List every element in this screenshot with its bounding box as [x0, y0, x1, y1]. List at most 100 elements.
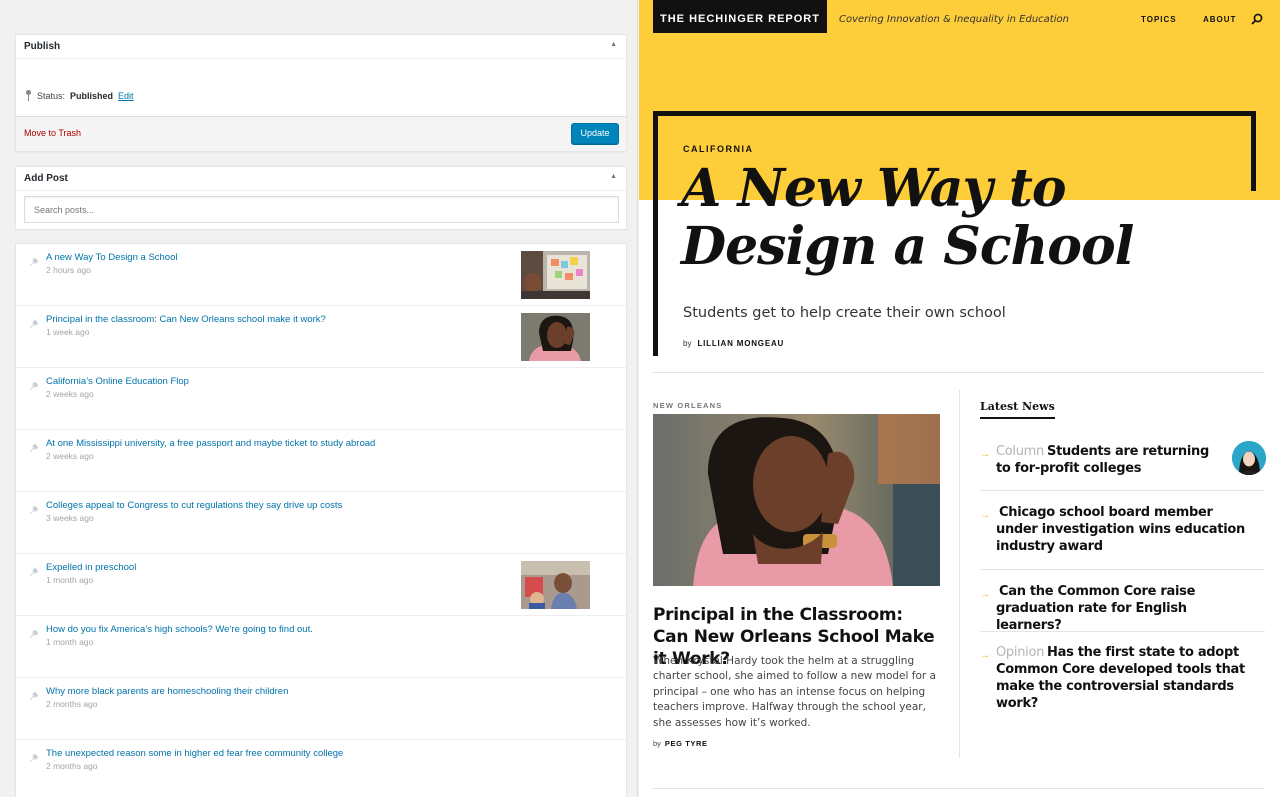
pin-icon[interactable]	[27, 690, 40, 703]
post-title-link[interactable]: Why more black parents are homeschooling…	[46, 686, 288, 697]
pin-icon	[25, 90, 32, 101]
post-title-link[interactable]: The unexpected reason some in higher ed …	[46, 748, 343, 759]
arrow-right-icon: →	[980, 650, 990, 661]
nav-about[interactable]: ABOUT	[1203, 15, 1236, 24]
nav-topics[interactable]: TOPICS	[1141, 15, 1177, 24]
news-item-text[interactable]: Opinion Has the first state to adopt Comm…	[996, 644, 1251, 712]
arrow-right-icon: →	[980, 449, 990, 460]
news-item-title: Chicago school board member under invest…	[996, 505, 1245, 554]
add-post-header[interactable]: Add Post ▲	[16, 167, 626, 191]
post-list: A new Way To Design a School 2 hours ago P…	[15, 243, 627, 797]
post-row[interactable]: Expelled in preschool 1 month ago	[16, 554, 626, 616]
post-title-link[interactable]: A new Way To Design a School	[46, 252, 178, 263]
add-post-title: Add Post	[24, 173, 68, 184]
post-time: 2 months ago	[46, 699, 98, 709]
pin-icon[interactable]	[27, 752, 40, 765]
feature-excerpt: When Krystal Hardy took the helm at a st…	[653, 655, 936, 729]
publish-box-title: Publish	[24, 41, 61, 52]
post-time: 3 weeks ago	[46, 513, 94, 523]
collapse-arrow-icon[interactable]: ▲	[610, 173, 617, 180]
site-preview: THE HECHINGER REPORT Covering Innovation…	[639, 0, 1280, 797]
post-row[interactable]: A new Way To Design a School 2 hours ago	[16, 244, 626, 306]
publish-box-header[interactable]: Publish ▲	[16, 35, 626, 59]
status-value: Published	[70, 90, 114, 101]
pin-icon[interactable]	[27, 442, 40, 455]
post-row[interactable]: How do you fix America’s high schools? W…	[16, 616, 626, 678]
news-item-text[interactable]: Column Students are returning to for-prof…	[996, 443, 1221, 477]
news-separator	[980, 631, 1265, 632]
hero-kicker[interactable]: CALIFORNIA	[683, 144, 754, 154]
post-time: 2 months ago	[46, 761, 98, 771]
news-item[interactable]: → Chicago school board member under inve…	[980, 504, 1265, 560]
post-row[interactable]: The unexpected reason some in higher ed …	[16, 740, 626, 797]
publish-actions: Move to Trash Update	[16, 116, 626, 151]
news-item[interactable]: → Can the Common Core raise graduation r…	[980, 583, 1265, 633]
pin-icon[interactable]	[27, 504, 40, 517]
post-title-link[interactable]: California’s Online Education Flop	[46, 376, 189, 387]
status-edit-link[interactable]: Edit	[118, 91, 134, 101]
site-tagline: Covering Innovation & Inequality in Educ…	[839, 14, 1069, 25]
pin-icon[interactable]	[27, 628, 40, 641]
post-row[interactable]: Colleges appeal to Congress to cut regul…	[16, 492, 626, 554]
post-time: 2 weeks ago	[46, 389, 94, 399]
post-thumbnail[interactable]	[521, 561, 590, 609]
post-time: 2 hours ago	[46, 265, 91, 275]
news-item[interactable]: → Column Students are returning to for-pr…	[980, 443, 1265, 483]
news-item-category[interactable]: Opinion	[996, 645, 1044, 660]
news-separator	[980, 490, 1265, 491]
feature-photo[interactable]	[653, 414, 940, 586]
move-to-trash-link[interactable]: Move to Trash	[24, 128, 81, 138]
news-item-title: Can the Common Core raise graduation rat…	[996, 584, 1196, 633]
columnist-avatar	[1232, 441, 1266, 475]
post-title-link[interactable]: How do you fix America’s high schools? W…	[46, 624, 313, 635]
post-row[interactable]: Why more black parents are homeschooling…	[16, 678, 626, 740]
column-divider	[959, 390, 960, 758]
feature-byline: by PEG TYRE	[653, 739, 708, 748]
collapse-arrow-icon[interactable]: ▲	[610, 41, 617, 48]
news-item-text[interactable]: Chicago school board member under invest…	[996, 504, 1251, 555]
status-label: Status:	[37, 90, 66, 101]
divider	[653, 788, 1265, 789]
site-logo[interactable]: THE HECHINGER REPORT	[653, 0, 827, 33]
post-title-link[interactable]: Expelled in preschool	[46, 562, 136, 573]
headline-line-2: Design a School	[681, 216, 1134, 277]
post-time: 1 week ago	[46, 327, 90, 337]
search-icon[interactable]	[1251, 13, 1263, 25]
hero-frame-right	[1251, 111, 1256, 191]
post-title-link[interactable]: At one Mississippi university, a free pa…	[46, 438, 375, 449]
byline-prefix: by	[653, 739, 661, 748]
post-time: 2 weeks ago	[46, 451, 94, 461]
publish-status: Status: Published Edit	[25, 90, 134, 101]
update-button[interactable]: Update	[571, 123, 619, 144]
post-row[interactable]: At one Mississippi university, a free pa…	[16, 430, 626, 492]
post-time: 1 month ago	[46, 637, 94, 647]
post-title-link[interactable]: Colleges appeal to Congress to cut regul…	[46, 500, 342, 511]
post-thumbnail[interactable]	[521, 251, 590, 299]
hero-author[interactable]: LILLIAN MONGEAU	[697, 339, 784, 348]
news-item[interactable]: → Opinion Has the first state to adopt Co…	[980, 644, 1265, 711]
hero-headline[interactable]: A New Way to Design a School	[681, 160, 1241, 276]
post-title-link[interactable]: Principal in the classroom: Can New Orle…	[46, 314, 326, 325]
search-posts-input[interactable]: Search posts...	[24, 196, 619, 223]
news-item-text[interactable]: Can the Common Core raise graduation rat…	[996, 583, 1251, 634]
add-post-box: Add Post ▲ Search posts...	[15, 166, 627, 230]
feature-author[interactable]: PEG TYRE	[665, 739, 708, 748]
feature-section-label[interactable]: NEW ORLEANS	[653, 401, 722, 410]
post-thumbnail[interactable]	[521, 313, 590, 361]
admin-panel: Publish ▲ Status: Published Edit Move to…	[0, 0, 638, 797]
arrow-right-icon: →	[980, 510, 990, 521]
hero-byline: by LILLIAN MONGEAU	[683, 339, 784, 348]
pin-icon[interactable]	[27, 318, 40, 331]
latest-news-heading: Latest News	[980, 400, 1055, 419]
post-time: 1 month ago	[46, 575, 94, 585]
arrow-right-icon: →	[980, 589, 990, 600]
headline-line-1: A New Way to	[681, 158, 1067, 219]
pin-icon[interactable]	[27, 380, 40, 393]
post-row[interactable]: California’s Online Education Flop 2 week…	[16, 368, 626, 430]
news-separator	[980, 569, 1265, 570]
pin-icon[interactable]	[27, 566, 40, 579]
publish-box: Publish ▲ Status: Published Edit Move to…	[15, 34, 627, 152]
pin-icon[interactable]	[27, 256, 40, 269]
post-row[interactable]: Principal in the classroom: Can New Orle…	[16, 306, 626, 368]
news-item-category[interactable]: Column	[996, 444, 1044, 459]
